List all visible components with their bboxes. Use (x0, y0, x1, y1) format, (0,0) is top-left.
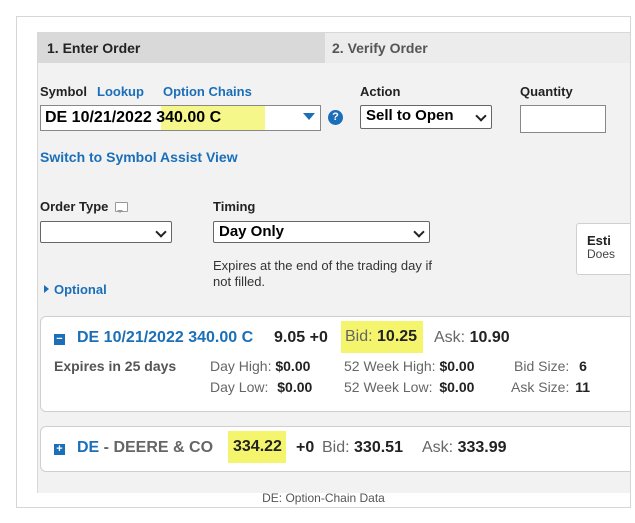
ask-size: Ask Size: 11 (511, 379, 590, 395)
option-ask-label: Ask: (434, 329, 466, 346)
ask-size-label: Ask Size: (511, 379, 570, 395)
stock-last: 334.22 (228, 431, 286, 463)
stock-ask: Ask: 333.99 (422, 439, 507, 457)
option-last: 9.05 +0 (274, 329, 328, 347)
quantity-input[interactable] (520, 105, 606, 133)
timing-label: Timing (213, 199, 256, 214)
symbol-value-strike: 340.00 C (156, 109, 222, 126)
stock-ask-value: 333.99 (457, 439, 507, 456)
expires-in: Expires in 25 days (54, 358, 177, 374)
action-selected-value: Sell to Open (366, 107, 454, 124)
tab-enter-order[interactable]: 1. Enter Order (38, 33, 325, 63)
option-bid-value: 10.25 (377, 328, 418, 345)
option-change: +0 (309, 329, 328, 346)
wk52-low-value: $0.00 (439, 379, 475, 395)
lookup-link[interactable]: Lookup (97, 84, 144, 99)
chevron-down-icon (413, 226, 425, 238)
stock-bid: Bid: 330.51 (322, 439, 403, 457)
order-type-select[interactable] (40, 221, 172, 243)
bid-size-label: Bid Size: (514, 358, 570, 374)
caption: DE: Option-Chain Data (262, 491, 385, 505)
symbol-value-prefix: DE 10/21/2022 (45, 109, 157, 126)
stock-ask-label: Ask: (422, 439, 454, 456)
stock-change: +0 (296, 439, 315, 456)
option-bid-label: Bid: (345, 328, 373, 345)
chevron-down-icon (475, 110, 487, 122)
estimate-panel: Esti Does (576, 223, 630, 275)
switch-symbol-assist-link[interactable]: Switch to Symbol Assist View (40, 149, 238, 165)
stock-bid-value: 330.51 (354, 439, 403, 456)
stock-bid-label: Bid: (322, 439, 350, 456)
stock-ticker: DE (77, 439, 100, 456)
symbol-input[interactable]: DE 10/21/2022 340.00 C (40, 105, 321, 131)
option-ask: Ask: 10.90 (434, 329, 510, 347)
option-bid: Bid: 10.25 (341, 321, 424, 353)
stock-company: - DEERE & CO (99, 439, 214, 456)
ask-size-value: 11 (575, 379, 591, 395)
chevron-down-icon (155, 226, 167, 238)
wk52-high: 52 Week High: $0.00 (344, 358, 475, 374)
estimate-subtitle: Does (587, 247, 616, 261)
wk52-low-label: 52 Week Low: (344, 379, 433, 395)
bid-size-value: 6 (579, 358, 587, 374)
action-label: Action (360, 84, 401, 99)
timing-select[interactable]: Day Only (213, 221, 430, 243)
day-high-value: $0.00 (275, 358, 311, 374)
optional-toggle[interactable]: Optional (44, 282, 107, 297)
action-select[interactable]: Sell to Open (360, 105, 492, 129)
order-type-label: Order Type (40, 199, 109, 214)
option-contract[interactable]: DE 10/21/2022 340.00 C (77, 329, 253, 347)
optional-label: Optional (54, 282, 107, 297)
wk52-low: 52 Week Low: $0.00 (344, 379, 474, 395)
quantity-label: Quantity (520, 84, 573, 99)
tab-verify-order[interactable]: 2. Verify Order (325, 33, 630, 63)
order-entry-panel: 1. Enter Order 2. Verify Order Symbol Lo… (37, 32, 630, 493)
option-chains-link[interactable]: Option Chains (163, 84, 252, 99)
day-low-value: $0.00 (277, 379, 313, 395)
option-last-price: 9.05 (274, 329, 306, 346)
day-low-label: Day Low: (210, 379, 269, 395)
symbol-dropdown-icon[interactable] (303, 113, 315, 120)
wk52-high-label: 52 Week High: (344, 358, 436, 374)
option-quote-card: − DE 10/21/2022 340.00 C 9.05 +0 Bid: 10… (40, 316, 630, 412)
day-high-label: Day High: (210, 358, 272, 374)
collapse-icon[interactable]: − (54, 334, 65, 345)
day-high: Day High: $0.00 (210, 358, 310, 374)
bid-size: Bid Size: 6 (514, 358, 587, 374)
timing-description: Expires at the end of the trading day if… (213, 258, 432, 289)
timing-selected-value: Day Only (219, 223, 285, 240)
estimate-title: Esti (587, 233, 611, 248)
day-low: Day Low: $0.00 (210, 379, 312, 395)
stock-quote-card: + DE - DEERE & CO 334.22 +0 Bid: 330.51 … (40, 426, 630, 472)
order-widget-frame: 1. Enter Order 2. Verify Order Symbol Lo… (16, 16, 631, 508)
comment-icon[interactable] (115, 202, 128, 213)
symbol-input-text: DE 10/21/2022 340.00 C (45, 109, 221, 127)
symbol-label: Symbol (40, 84, 87, 99)
option-ask-value: 10.90 (469, 329, 510, 346)
wk52-high-value: $0.00 (439, 358, 475, 374)
expand-icon[interactable]: + (54, 444, 65, 455)
help-icon[interactable]: ? (328, 110, 343, 125)
stock-name[interactable]: DE - DEERE & CO (77, 439, 213, 457)
caret-right-icon (44, 285, 49, 293)
